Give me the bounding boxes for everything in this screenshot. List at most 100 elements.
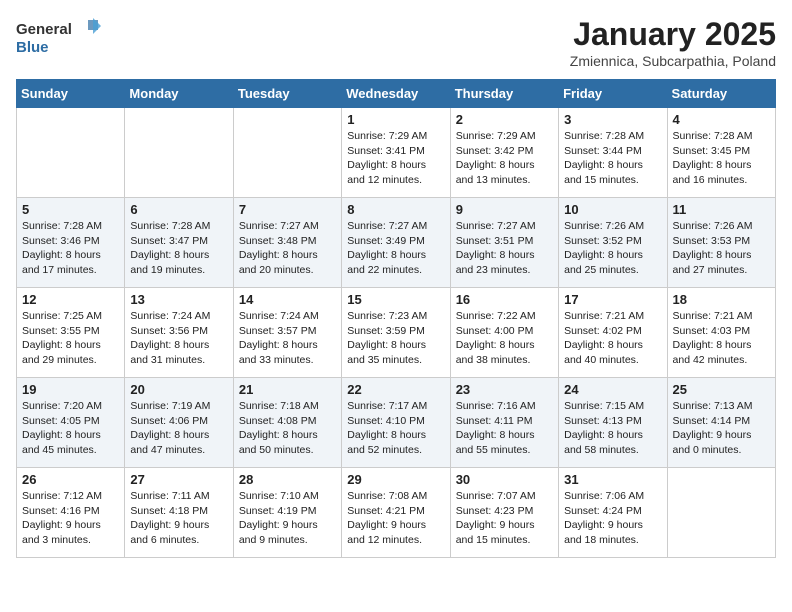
day-content: Sunrise: 7:27 AMSunset: 3:51 PMDaylight:… [456, 219, 553, 278]
calendar-cell: 27 Sunrise: 7:11 AMSunset: 4:18 PMDayligh… [125, 468, 233, 558]
calendar-cell: 6 Sunrise: 7:28 AMSunset: 3:47 PMDaylight… [125, 198, 233, 288]
calendar-cell: 10Sunrise: 7:26 AMSunset: 3:52 PMDayligh… [559, 198, 667, 288]
day-content: Sunrise: 7:23 AMSunset: 3:59 PMDaylight:… [347, 309, 444, 368]
day-content: Sunrise: 7:11 AMSunset: 4:18 PMDaylight:… [130, 489, 227, 548]
day-content: Sunrise: 7:27 AMSunset: 3:49 PMDaylight:… [347, 219, 444, 278]
day-content: Sunrise: 7:25 AMSunset: 3:55 PMDaylight:… [22, 309, 119, 368]
day-number: 27 [130, 472, 227, 487]
day-number: 14 [239, 292, 336, 307]
calendar-cell: 9Sunrise: 7:27 AMSunset: 3:51 PMDaylight… [450, 198, 558, 288]
calendar-cell: 22Sunrise: 7:17 AMSunset: 4:10 PMDayligh… [342, 378, 450, 468]
week-row-4: 26 Sunrise: 7:12 AMSunset: 4:16 PMDayligh… [17, 468, 776, 558]
calendar-cell [233, 108, 341, 198]
day-content: Sunrise: 7:24 AMSunset: 3:57 PMDaylight:… [239, 309, 336, 368]
day-content: Sunrise: 7:29 AMSunset: 3:41 PMDaylight:… [347, 129, 444, 188]
day-number: 6 [130, 202, 227, 217]
title-block: January 2025 Zmiennica, Subcarpathia, Po… [570, 16, 776, 69]
day-content: Sunrise: 7:18 AMSunset: 4:08 PMDaylight:… [239, 399, 336, 458]
week-row-0: 1 Sunrise: 7:29 AMSunset: 3:41 PMDaylight… [17, 108, 776, 198]
logo: General Blue [16, 16, 106, 61]
week-row-2: 12Sunrise: 7:25 AMSunset: 3:55 PMDayligh… [17, 288, 776, 378]
svg-text:Blue: Blue [16, 39, 49, 56]
page-header: General Blue January 2025 Zmiennica, Sub… [16, 16, 776, 69]
logo-svg: General Blue [16, 16, 106, 61]
day-content: Sunrise: 7:22 AMSunset: 4:00 PMDaylight:… [456, 309, 553, 368]
day-number: 13 [130, 292, 227, 307]
day-number: 2 [456, 112, 553, 127]
day-number: 7 [239, 202, 336, 217]
day-header-row: SundayMondayTuesdayWednesdayThursdayFrid… [17, 80, 776, 108]
calendar-cell: 14 Sunrise: 7:24 AMSunset: 3:57 PMDayligh… [233, 288, 341, 378]
calendar-cell: 28 Sunrise: 7:10 AMSunset: 4:19 PMDayligh… [233, 468, 341, 558]
calendar-cell: 2 Sunrise: 7:29 AMSunset: 3:42 PMDaylight… [450, 108, 558, 198]
calendar-cell: 4 Sunrise: 7:28 AMSunset: 3:45 PMDaylight… [667, 108, 775, 198]
day-content: Sunrise: 7:21 AMSunset: 4:03 PMDaylight:… [673, 309, 770, 368]
day-number: 20 [130, 382, 227, 397]
week-row-1: 5Sunrise: 7:28 AMSunset: 3:46 PMDaylight… [17, 198, 776, 288]
day-number: 24 [564, 382, 661, 397]
day-content: Sunrise: 7:12 AMSunset: 4:16 PMDaylight:… [22, 489, 119, 548]
subtitle: Zmiennica, Subcarpathia, Poland [570, 53, 776, 69]
calendar-cell: 24 Sunrise: 7:15 AMSunset: 4:13 PMDayligh… [559, 378, 667, 468]
day-number: 16 [456, 292, 553, 307]
calendar-cell: 30 Sunrise: 7:07 AMSunset: 4:23 PMDayligh… [450, 468, 558, 558]
calendar-table: SundayMondayTuesdayWednesdayThursdayFrid… [16, 79, 776, 558]
calendar-cell: 15 Sunrise: 7:23 AMSunset: 3:59 PMDayligh… [342, 288, 450, 378]
day-number: 30 [456, 472, 553, 487]
day-header-friday: Friday [559, 80, 667, 108]
calendar-cell: 31Sunrise: 7:06 AMSunset: 4:24 PMDayligh… [559, 468, 667, 558]
day-header-tuesday: Tuesday [233, 80, 341, 108]
day-content: Sunrise: 7:29 AMSunset: 3:42 PMDaylight:… [456, 129, 553, 188]
day-number: 25 [673, 382, 770, 397]
day-content: Sunrise: 7:10 AMSunset: 4:19 PMDaylight:… [239, 489, 336, 548]
day-number: 1 [347, 112, 444, 127]
day-number: 29 [347, 472, 444, 487]
day-number: 23 [456, 382, 553, 397]
day-number: 17 [564, 292, 661, 307]
day-content: Sunrise: 7:15 AMSunset: 4:13 PMDaylight:… [564, 399, 661, 458]
day-header-thursday: Thursday [450, 80, 558, 108]
day-content: Sunrise: 7:28 AMSunset: 3:44 PMDaylight:… [564, 129, 661, 188]
svg-text:General: General [16, 21, 72, 38]
day-content: Sunrise: 7:07 AMSunset: 4:23 PMDaylight:… [456, 489, 553, 548]
calendar-cell: 16 Sunrise: 7:22 AMSunset: 4:00 PMDayligh… [450, 288, 558, 378]
day-content: Sunrise: 7:19 AMSunset: 4:06 PMDaylight:… [130, 399, 227, 458]
day-number: 21 [239, 382, 336, 397]
calendar-cell: 8 Sunrise: 7:27 AMSunset: 3:49 PMDaylight… [342, 198, 450, 288]
day-content: Sunrise: 7:26 AMSunset: 3:52 PMDaylight:… [564, 219, 661, 278]
day-content: Sunrise: 7:21 AMSunset: 4:02 PMDaylight:… [564, 309, 661, 368]
calendar-cell: 26 Sunrise: 7:12 AMSunset: 4:16 PMDayligh… [17, 468, 125, 558]
day-content: Sunrise: 7:27 AMSunset: 3:48 PMDaylight:… [239, 219, 336, 278]
day-number: 28 [239, 472, 336, 487]
day-number: 4 [673, 112, 770, 127]
day-number: 8 [347, 202, 444, 217]
day-content: Sunrise: 7:06 AMSunset: 4:24 PMDaylight:… [564, 489, 661, 548]
day-content: Sunrise: 7:28 AMSunset: 3:45 PMDaylight:… [673, 129, 770, 188]
day-number: 26 [22, 472, 119, 487]
day-header-sunday: Sunday [17, 80, 125, 108]
calendar-cell: 23 Sunrise: 7:16 AMSunset: 4:11 PMDayligh… [450, 378, 558, 468]
day-content: Sunrise: 7:13 AMSunset: 4:14 PMDaylight:… [673, 399, 770, 458]
calendar-cell: 17 Sunrise: 7:21 AMSunset: 4:02 PMDayligh… [559, 288, 667, 378]
day-content: Sunrise: 7:20 AMSunset: 4:05 PMDaylight:… [22, 399, 119, 458]
day-content: Sunrise: 7:28 AMSunset: 3:47 PMDaylight:… [130, 219, 227, 278]
day-number: 11 [673, 202, 770, 217]
calendar-cell: 20 Sunrise: 7:19 AMSunset: 4:06 PMDayligh… [125, 378, 233, 468]
calendar-cell: 5Sunrise: 7:28 AMSunset: 3:46 PMDaylight… [17, 198, 125, 288]
calendar-cell [17, 108, 125, 198]
day-header-monday: Monday [125, 80, 233, 108]
day-content: Sunrise: 7:17 AMSunset: 4:10 PMDaylight:… [347, 399, 444, 458]
day-number: 15 [347, 292, 444, 307]
calendar-cell: 21 Sunrise: 7:18 AMSunset: 4:08 PMDayligh… [233, 378, 341, 468]
day-number: 3 [564, 112, 661, 127]
day-content: Sunrise: 7:16 AMSunset: 4:11 PMDaylight:… [456, 399, 553, 458]
day-header-saturday: Saturday [667, 80, 775, 108]
day-content: Sunrise: 7:24 AMSunset: 3:56 PMDaylight:… [130, 309, 227, 368]
calendar-cell: 11 Sunrise: 7:26 AMSunset: 3:53 PMDayligh… [667, 198, 775, 288]
calendar-cell [667, 468, 775, 558]
calendar-cell: 3 Sunrise: 7:28 AMSunset: 3:44 PMDaylight… [559, 108, 667, 198]
day-content: Sunrise: 7:26 AMSunset: 3:53 PMDaylight:… [673, 219, 770, 278]
main-title: January 2025 [570, 16, 776, 53]
calendar-cell: 13 Sunrise: 7:24 AMSunset: 3:56 PMDayligh… [125, 288, 233, 378]
calendar-cell: 7 Sunrise: 7:27 AMSunset: 3:48 PMDaylight… [233, 198, 341, 288]
